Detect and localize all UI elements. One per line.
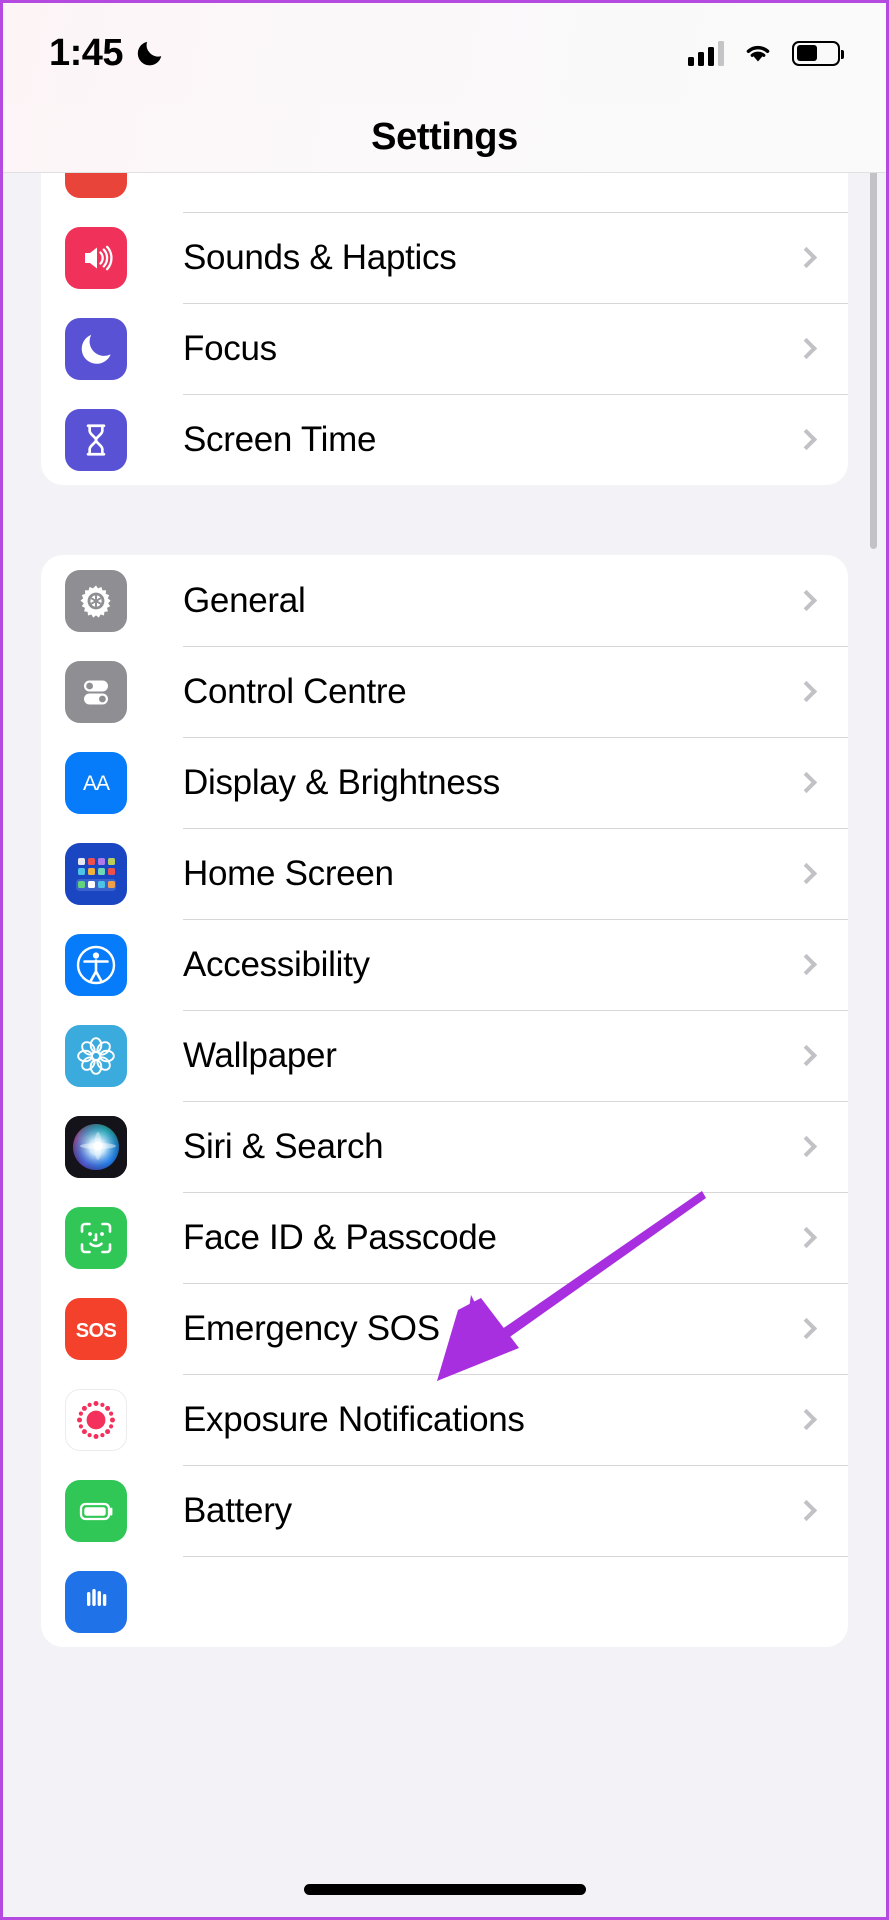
app-grid-icon [65,842,127,905]
status-bar: 1:45 [3,3,886,103]
settings-row-accessibility[interactable]: Accessibility [41,919,848,1010]
clock-time: 1:45 [49,31,124,74]
siri-orb-icon [65,1115,127,1178]
settings-row-privacy-partial[interactable] [41,1556,848,1647]
settings-row-display-brightness[interactable]: AA Display & Brightness [41,737,848,828]
settings-row-focus[interactable]: Focus [41,303,848,394]
toggles-icon [65,660,127,723]
chevron-right-icon [795,337,818,360]
status-bar-right [688,40,844,66]
chevron-right-icon [795,1499,818,1522]
settings-row-general[interactable]: General [41,555,848,646]
chevron-right-icon [795,428,818,451]
svg-text:SOS: SOS [76,1320,117,1342]
settings-row-screen-time[interactable]: Screen Time [41,394,848,485]
vertical-scrollbar[interactable] [870,149,877,549]
row-label: Screen Time [183,419,377,459]
settings-row-control-centre[interactable]: Control Centre [41,646,848,737]
chevron-right-icon [795,680,818,703]
chevron-right-icon [795,862,818,885]
crescent-moon-icon [137,41,162,66]
row-label: Display & Brightness [183,762,500,802]
settings-row-wallpaper[interactable]: Wallpaper [41,1010,848,1101]
navigation-bar: Settings [3,103,886,173]
row-label: Wallpaper [183,1035,337,1075]
row-label: Siri & Search [183,1126,384,1166]
face-id-icon [65,1206,127,1269]
page-title: Settings [371,116,518,158]
hourglass-icon [65,408,127,471]
row-label: Sounds & Haptics [183,237,457,277]
accessibility-person-icon [65,933,127,996]
chevron-right-icon [795,771,818,794]
settings-row-battery[interactable]: Battery [41,1465,848,1556]
settings-group-personal: Sounds & Haptics Focus Screen Time [41,173,848,485]
row-label: Focus [183,328,277,368]
speaker-waves-icon [65,226,127,289]
row-label: General [183,580,306,620]
status-bar-left: 1:45 [49,32,165,75]
settings-row-exposure-notifications[interactable]: Exposure Notifications [41,1374,848,1465]
notifications-icon [65,173,127,198]
settings-row-notifications-partial[interactable] [41,173,848,212]
chevron-right-icon [795,1226,818,1249]
row-label: Home Screen [183,853,394,893]
battery-full-icon [65,1479,127,1542]
flower-mandala-icon [65,1024,127,1087]
chevron-right-icon [795,1317,818,1340]
svg-text:AA: AA [83,772,110,795]
settings-row-emergency-sos[interactable]: SOS Emergency SOS [41,1283,848,1374]
row-label: Battery [183,1490,292,1530]
settings-scroll-view[interactable]: Sounds & Haptics Focus Screen Time Gener… [3,173,886,1917]
chevron-right-icon [795,1135,818,1158]
chevron-right-icon [795,1044,818,1067]
gear-icon [65,569,127,632]
battery-icon [792,40,844,66]
chevron-right-icon [795,589,818,612]
row-label: Control Centre [183,671,407,711]
privacy-hand-icon [65,1570,127,1633]
row-label: Exposure Notifications [183,1399,525,1439]
row-label: Accessibility [183,944,370,984]
chevron-right-icon [795,1408,818,1431]
group-separator [3,485,886,555]
settings-row-sounds-haptics[interactable]: Sounds & Haptics [41,212,848,303]
chevron-right-icon [795,246,818,269]
sos-icon: SOS [65,1297,127,1360]
exposure-dots-icon [65,1388,127,1451]
row-label: Face ID & Passcode [183,1217,497,1257]
home-indicator [303,1884,586,1895]
settings-row-face-id-passcode[interactable]: Face ID & Passcode [41,1192,848,1283]
row-label: Emergency SOS [183,1308,440,1348]
wifi-icon [746,46,770,62]
moon-icon [65,317,127,380]
settings-group-system: General Control Centre AA Display & Brig… [41,555,848,1647]
settings-row-home-screen[interactable]: Home Screen [41,828,848,919]
signal-bars-icon [688,40,724,66]
aa-text-icon: AA [65,751,127,814]
iphone-screen: 1:45 Settings Sounds & Haptics Focus Scr… [0,0,889,1920]
settings-row-siri-search[interactable]: Siri & Search [41,1101,848,1192]
chevron-right-icon [795,953,818,976]
